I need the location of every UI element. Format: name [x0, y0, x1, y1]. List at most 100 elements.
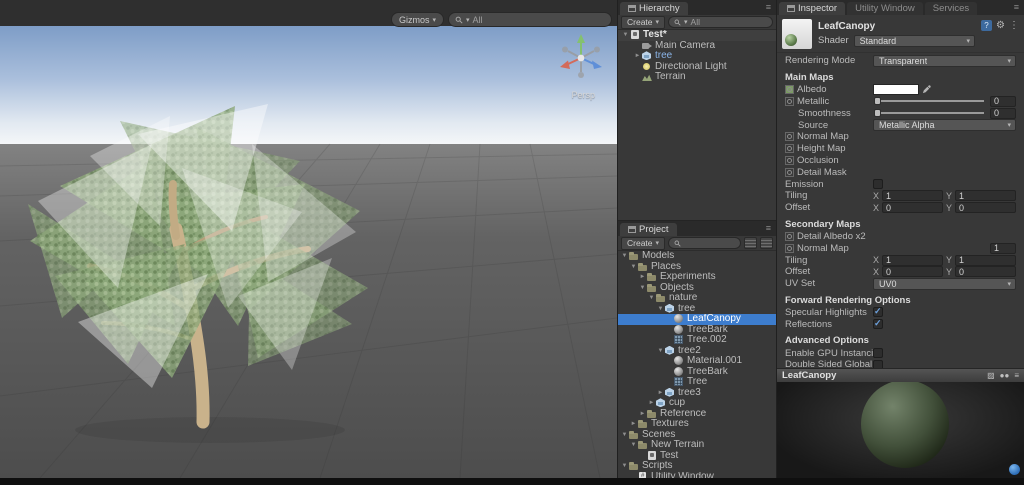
expand-arrow-icon[interactable]: ▼: [620, 461, 629, 471]
gear-icon[interactable]: ⚙: [996, 20, 1005, 31]
value-field[interactable]: 0: [990, 95, 1016, 107]
hierarchy-item-test[interactable]: ▼ Test*: [618, 30, 776, 41]
project-item-reference[interactable]: ► Reference: [618, 409, 776, 420]
expand-arrow-icon[interactable]: ▼: [656, 304, 665, 314]
preview-shape-icon[interactable]: ▨: [987, 371, 995, 381]
slider[interactable]: [874, 97, 984, 106]
hierarchy-item-terrain[interactable]: Terrain: [618, 72, 776, 83]
project-item-tree3[interactable]: ► tree3: [618, 388, 776, 399]
expand-arrow-icon[interactable]: ▼: [656, 346, 665, 356]
project-item-nature[interactable]: ▼ nature: [618, 293, 776, 304]
hierarchy-create-button[interactable]: Create ▾: [621, 15, 666, 29]
checkbox[interactable]: [873, 318, 883, 330]
expand-arrow-icon[interactable]: ►: [656, 388, 665, 398]
tab-hierarchy[interactable]: Hierarchy: [620, 2, 688, 15]
expand-arrow-icon[interactable]: ►: [647, 398, 656, 408]
project-item-tree[interactable]: Tree: [618, 377, 776, 388]
slider-thumb[interactable]: [874, 97, 881, 106]
project-item-material-001[interactable]: Material.001: [618, 356, 776, 367]
checkbox[interactable]: [873, 179, 883, 190]
project-create-button[interactable]: Create ▾: [621, 236, 666, 250]
preview-viewport[interactable]: [777, 382, 1024, 478]
expand-arrow-icon[interactable]: ▼: [621, 30, 630, 40]
expand-arrow-icon[interactable]: ▼: [629, 262, 638, 272]
y-field[interactable]: 1: [955, 254, 1016, 266]
checkbox[interactable]: [873, 359, 883, 368]
expand-arrow-icon[interactable]: ▼: [620, 430, 629, 440]
x-field[interactable]: 1: [882, 190, 943, 202]
value-field[interactable]: 0: [990, 107, 1016, 119]
y-field[interactable]: 0: [955, 202, 1016, 214]
project-item-tree2[interactable]: ▼ tree2: [618, 346, 776, 357]
project-item-tree-002[interactable]: Tree.002: [618, 335, 776, 346]
project-search-input[interactable]: [668, 237, 741, 249]
project-item-treebark[interactable]: TreeBark: [618, 367, 776, 378]
project-item-cup[interactable]: ► cup: [618, 398, 776, 409]
projection-mode-label[interactable]: Persp: [571, 90, 595, 100]
dropdown-uv-set[interactable]: UV0 ▾: [873, 277, 1016, 290]
checkbox[interactable]: [873, 348, 883, 359]
y-field[interactable]: 0: [955, 266, 1016, 278]
preview-light-icon[interactable]: ●●: [1000, 371, 1010, 381]
texture-slot-icon[interactable]: [785, 85, 794, 95]
texture-slot-icon[interactable]: [785, 231, 794, 241]
project-item-treebark[interactable]: TreeBark: [618, 325, 776, 336]
expand-arrow-icon[interactable]: ►: [629, 419, 638, 429]
texture-slot-icon[interactable]: [785, 243, 794, 253]
project-item-textures[interactable]: ► Textures: [618, 419, 776, 430]
project-item-tree[interactable]: ▼ tree: [618, 304, 776, 315]
expand-arrow-icon[interactable]: ►: [638, 272, 647, 282]
hierarchy-item-directional-light[interactable]: Directional Light: [618, 62, 776, 73]
expand-arrow-icon[interactable]: ►: [638, 409, 647, 419]
expand-arrow-icon[interactable]: ▼: [629, 440, 638, 450]
preview-header[interactable]: LeafCanopy ▨ ●● ≡: [777, 368, 1024, 383]
x-field[interactable]: 0: [882, 202, 943, 214]
expand-arrow-icon[interactable]: ▼: [638, 283, 647, 293]
project-item-experiments[interactable]: ► Experiments: [618, 272, 776, 283]
search-by-label-icon[interactable]: [760, 237, 773, 249]
hierarchy-item-tree[interactable]: ► tree: [618, 51, 776, 62]
hierarchy-item-main-camera[interactable]: Main Camera: [618, 41, 776, 52]
axis-orientation-gizmo[interactable]: [553, 32, 609, 88]
project-item-leafcanopy[interactable]: LeafCanopy: [618, 314, 776, 325]
x-field[interactable]: 0: [882, 266, 943, 278]
value-field[interactable]: 1: [990, 242, 1016, 254]
project-item-models[interactable]: ▼ Models: [618, 251, 776, 262]
y-field[interactable]: 1: [955, 190, 1016, 202]
scene-search-input[interactable]: ▾ All: [448, 12, 612, 27]
x-field[interactable]: 1: [882, 254, 943, 266]
project-item-test[interactable]: Test: [618, 451, 776, 462]
texture-slot-icon[interactable]: [785, 144, 794, 154]
shader-dropdown[interactable]: Standard ▾: [853, 34, 976, 47]
asset-bundle-icon[interactable]: [1009, 464, 1020, 475]
tab-utility-window[interactable]: Utility Window: [847, 2, 923, 15]
expand-arrow-icon[interactable]: ▼: [647, 293, 656, 303]
slider[interactable]: [874, 109, 984, 118]
scene-viewport[interactable]: Persp: [0, 26, 617, 478]
gizmos-button[interactable]: Gizmos ▾: [390, 12, 444, 27]
help-icon[interactable]: ?: [981, 20, 993, 31]
color-swatch[interactable]: [873, 84, 919, 96]
eyedropper-icon[interactable]: [922, 85, 931, 94]
tab-inspector[interactable]: Inspector: [779, 2, 846, 15]
dropdown-source[interactable]: Metallic Alpha ▾: [873, 119, 1016, 132]
expand-arrow-icon[interactable]: ▼: [620, 251, 629, 261]
texture-slot-icon[interactable]: [785, 96, 794, 106]
project-item-objects[interactable]: ▼ Objects: [618, 283, 776, 294]
project-item-scenes[interactable]: ▼ Scenes: [618, 430, 776, 441]
project-item-new-terrain[interactable]: ▼ New Terrain: [618, 440, 776, 451]
tab-project[interactable]: Project: [620, 223, 677, 236]
expand-arrow-icon[interactable]: ►: [633, 51, 642, 61]
texture-slot-icon[interactable]: [785, 167, 794, 177]
search-by-type-icon[interactable]: [744, 237, 757, 249]
texture-slot-icon[interactable]: [785, 132, 794, 142]
panel-menu-icon[interactable]: ≡: [1014, 3, 1019, 12]
material-thumbnail[interactable]: [782, 19, 812, 49]
panel-menu-icon[interactable]: ≡: [766, 224, 771, 233]
texture-slot-icon[interactable]: [785, 155, 794, 165]
panel-menu-icon[interactable]: ≡: [766, 3, 771, 12]
project-item-scripts[interactable]: ▼ Scripts: [618, 461, 776, 472]
project-item-places[interactable]: ▼ Places: [618, 262, 776, 273]
dropdown-rendering-mode[interactable]: Transparent ▾: [873, 54, 1016, 67]
hierarchy-search-input[interactable]: ▾ All: [668, 16, 773, 28]
